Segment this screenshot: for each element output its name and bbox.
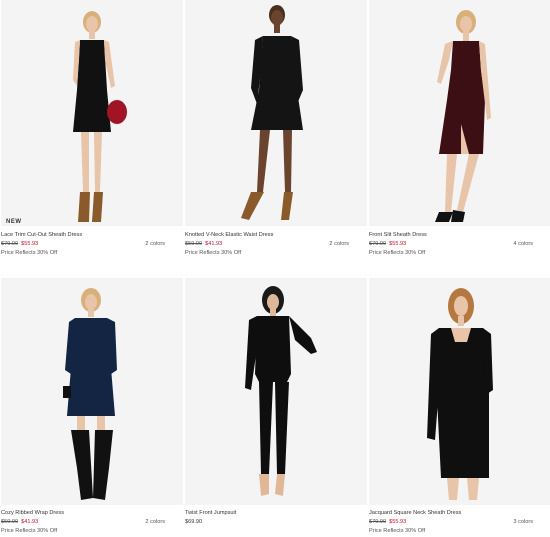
product-image[interactable] — [1, 278, 183, 505]
original-price: $79.90 — [369, 241, 387, 247]
color-count[interactable]: 2 colors — [145, 240, 165, 249]
color-count[interactable]: 4 colors — [513, 240, 533, 249]
model-photo — [369, 0, 550, 226]
product-image[interactable] — [1, 0, 183, 226]
promo-text: Price Reflects 30% Off — [1, 528, 58, 534]
product-image[interactable] — [185, 278, 367, 505]
product-name[interactable]: Cozy Ribbed Wrap Dress — [1, 509, 183, 518]
original-price: $79.90 — [1, 241, 19, 247]
product-info: Front Slit Sheath Dress $79.90 $55.93 Pri… — [369, 231, 550, 258]
sale-price: $41.93 — [205, 241, 223, 247]
regular-price: $69.90 — [185, 519, 203, 525]
model-photo — [369, 278, 550, 505]
promo-text: Price Reflects 30% Off — [185, 250, 242, 256]
product-info: Knotted V-Neck Elastic Waist Dress $59.9… — [185, 231, 367, 258]
product-image[interactable] — [369, 0, 550, 226]
model-photo — [185, 278, 367, 505]
color-count[interactable]: 3 colors — [513, 518, 533, 527]
product-grid: NEW Lace Trim Cut-Out Sheath Dress $79.9… — [0, 0, 550, 537]
product-info: Twist Front Jumpsuit $69.90 — [185, 509, 367, 527]
product-info: Lace Trim Cut-Out Sheath Dress $79.90 $55… — [1, 231, 183, 258]
promo-text: Price Reflects 30% Off — [369, 250, 426, 256]
product-name[interactable]: Front Slit Sheath Dress — [369, 231, 550, 240]
product-image[interactable] — [185, 0, 367, 226]
product-name[interactable]: Knotted V-Neck Elastic Waist Dress — [185, 231, 367, 240]
model-photo — [185, 0, 367, 226]
product-name[interactable]: Lace Trim Cut-Out Sheath Dress — [1, 231, 183, 240]
sale-price: $55.93 — [389, 241, 407, 247]
color-count[interactable]: 2 colors — [329, 240, 349, 249]
color-count[interactable]: 2 colors — [145, 518, 165, 527]
original-price: $59.90 — [185, 241, 203, 247]
product-image[interactable] — [369, 278, 550, 505]
sale-price: $55.93 — [389, 519, 407, 525]
product-info: Jacquard Square Neck Sheath Dress $79.90… — [369, 509, 550, 536]
promo-text: Price Reflects 30% Off — [369, 528, 426, 534]
original-price: $59.90 — [1, 519, 19, 525]
price-row: $69.90 — [185, 518, 367, 527]
product-name[interactable]: Twist Front Jumpsuit — [185, 509, 367, 518]
promo-text: Price Reflects 30% Off — [1, 250, 58, 256]
sale-price: $41.93 — [21, 519, 39, 525]
product-info: Cozy Ribbed Wrap Dress $59.90 $41.93 Pric… — [1, 509, 183, 536]
new-badge: NEW — [6, 219, 22, 225]
model-photo — [1, 0, 183, 226]
model-photo — [1, 278, 183, 505]
original-price: $79.90 — [369, 519, 387, 525]
product-name[interactable]: Jacquard Square Neck Sheath Dress — [369, 509, 550, 518]
sale-price: $55.93 — [21, 241, 39, 247]
